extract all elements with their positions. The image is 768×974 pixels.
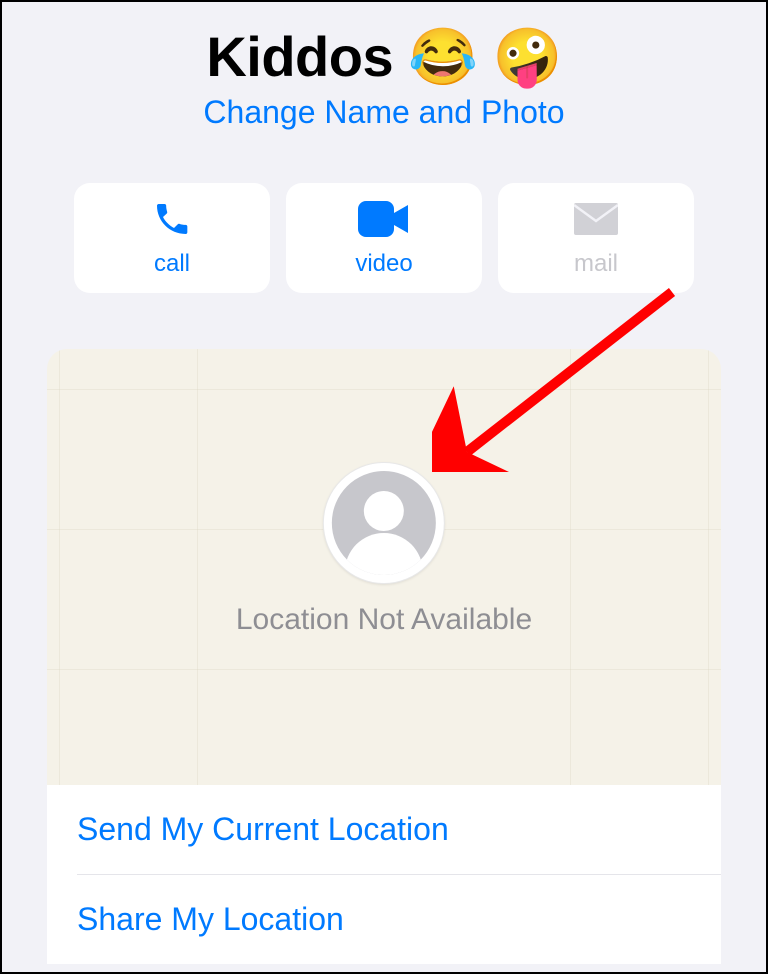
location-status-text: Location Not Available (236, 603, 532, 637)
call-button[interactable]: call (74, 183, 270, 293)
location-avatar-pin (324, 463, 444, 583)
mail-icon (574, 198, 618, 240)
video-button[interactable]: video (286, 183, 482, 293)
action-row: call video mail (2, 183, 766, 293)
location-map[interactable]: Location Not Available (47, 349, 721, 785)
video-icon (358, 198, 410, 240)
person-silhouette-icon (332, 471, 436, 575)
mail-label: mail (574, 250, 618, 278)
send-current-location-button[interactable]: Send My Current Location (47, 785, 721, 874)
contact-title: Kiddos 😂 🤪 (2, 24, 766, 90)
call-label: call (154, 250, 190, 278)
video-label: video (355, 250, 412, 278)
change-name-photo-link[interactable]: Change Name and Photo (203, 94, 564, 131)
mail-button[interactable]: mail (498, 183, 694, 293)
location-actions-list: Send My Current Location Share My Locati… (47, 785, 721, 964)
share-my-location-button[interactable]: Share My Location (47, 875, 721, 964)
contact-header: Kiddos 😂 🤪 Change Name and Photo (2, 2, 766, 131)
phone-icon (152, 198, 192, 240)
